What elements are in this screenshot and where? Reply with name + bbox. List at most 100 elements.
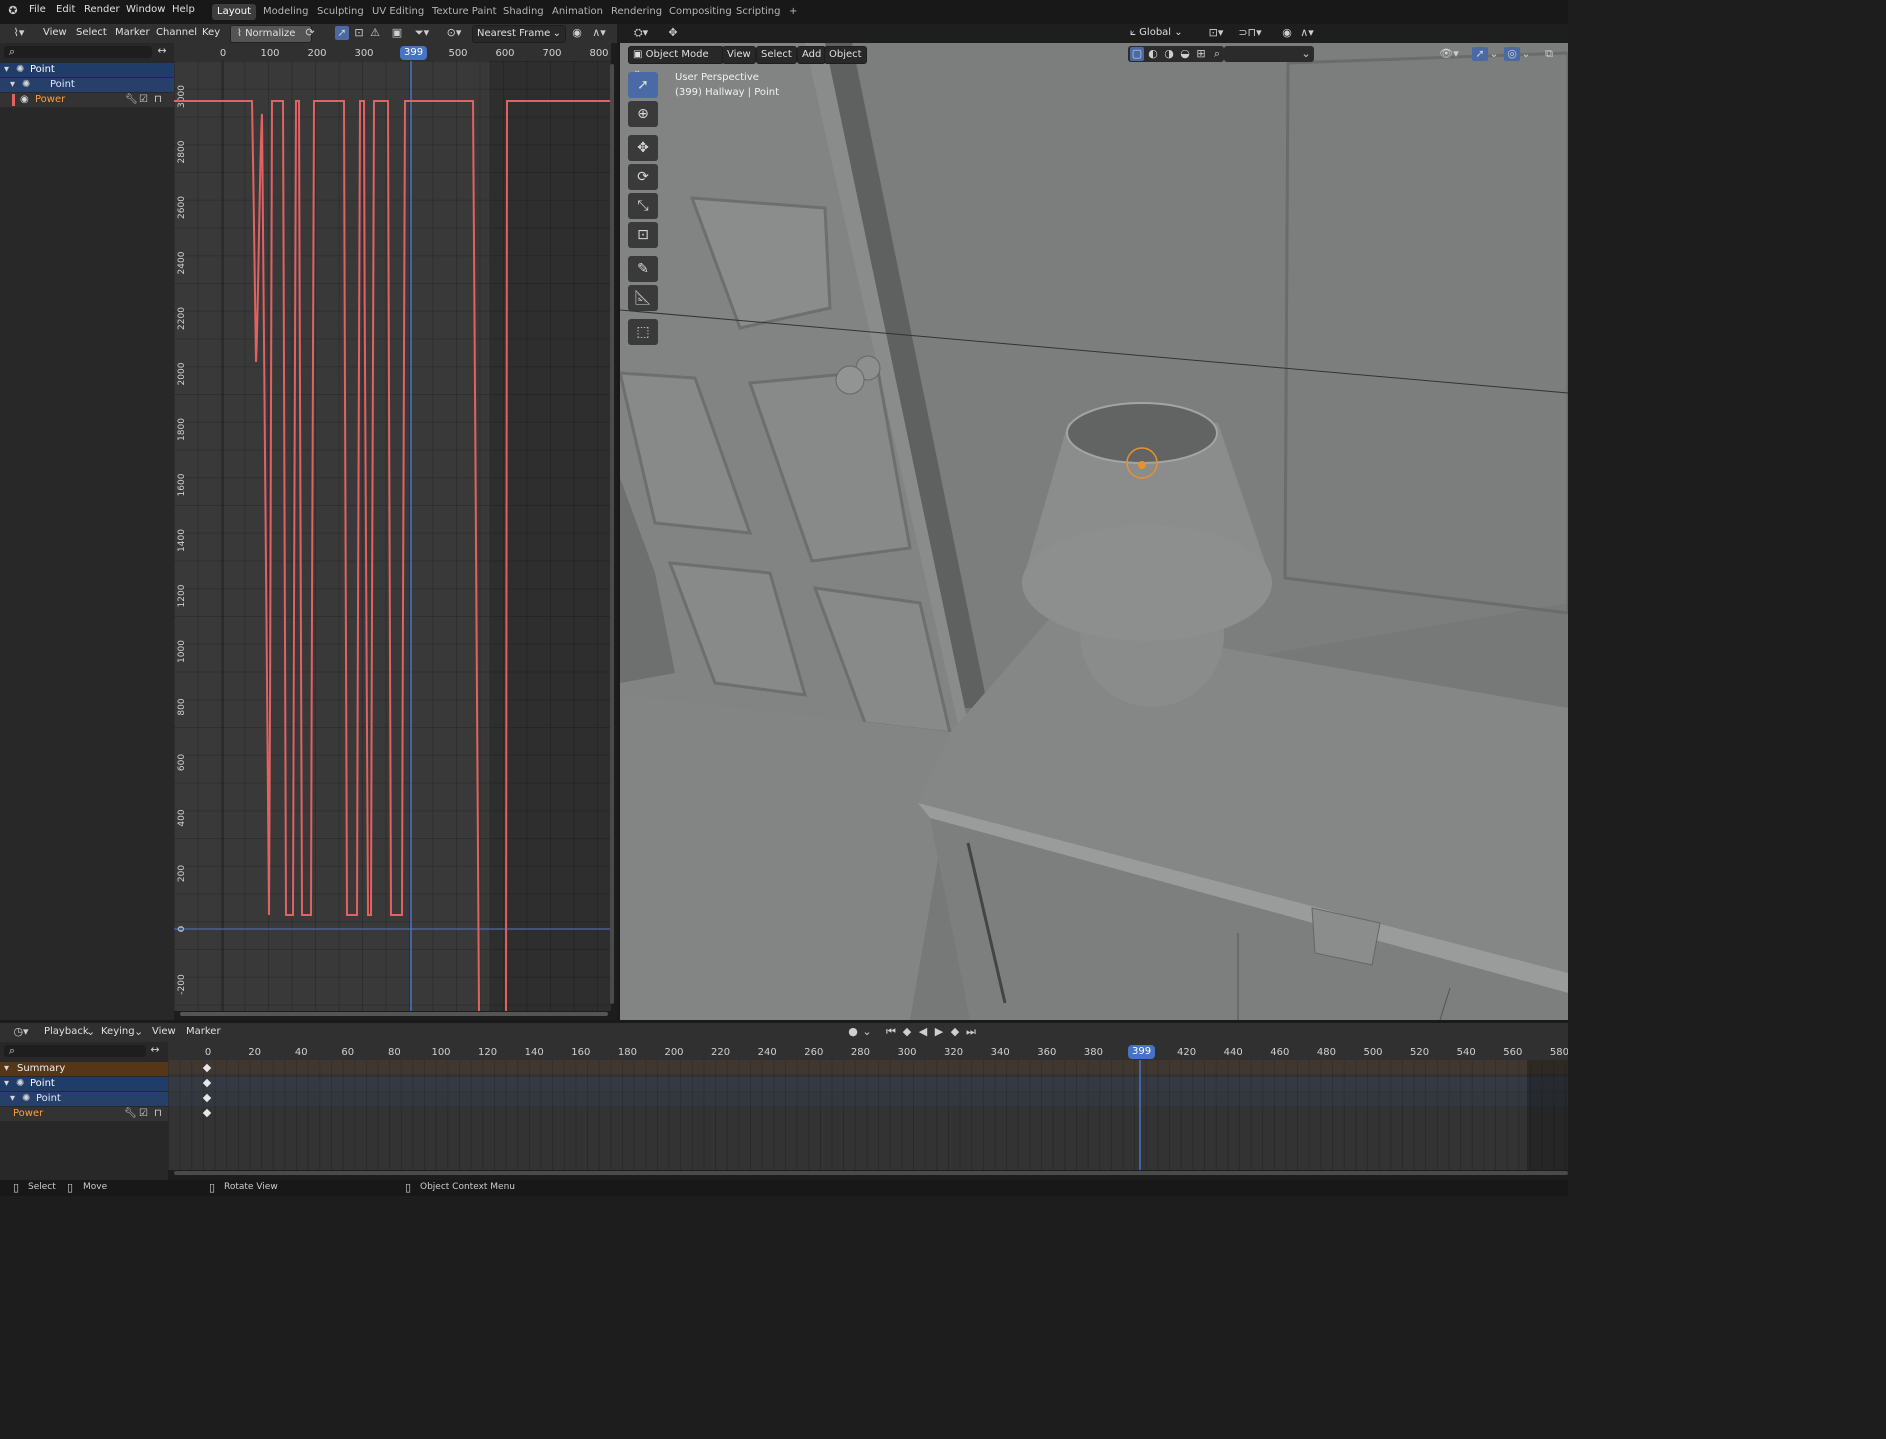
falloff-curve-icon[interactable]: ∧▾ xyxy=(1296,26,1318,40)
mode-icon: ▣ xyxy=(633,49,646,60)
chevron-down-icon: ⌄ xyxy=(134,1025,144,1038)
viewport-menu-object[interactable]: Object xyxy=(824,46,867,64)
overlays-toggle-icon[interactable]: ◎ xyxy=(1504,47,1520,61)
prev-keyframe-icon[interactable]: ◆ xyxy=(900,1025,914,1039)
annotate-tool[interactable]: ✎ xyxy=(628,256,658,282)
graph-y-tick-label: 2800 xyxy=(177,140,187,163)
timeline-row-object[interactable]: ▾ ✺ Point xyxy=(0,1077,168,1091)
play-reverse-icon[interactable]: ◀ xyxy=(916,1025,930,1039)
point-light-origin[interactable] xyxy=(1138,461,1146,469)
timeline-search-input[interactable]: ⌕ xyxy=(4,1044,146,1057)
graph-y-tick-label: 1400 xyxy=(177,529,187,552)
expand-arrows-icon[interactable]: ↔ xyxy=(147,1043,163,1057)
viewport-menu-view[interactable]: View xyxy=(722,46,756,64)
xray-toggle-icon[interactable]: ⧉ xyxy=(1542,47,1556,61)
timeline-editor-type-icon[interactable]: ◷▾ xyxy=(8,1025,34,1039)
viewport-search-input[interactable]: ⌄ xyxy=(1224,46,1314,62)
jump-end-icon[interactable]: ⏭ xyxy=(964,1025,978,1039)
orientation-icon: ⟀ xyxy=(1130,27,1140,38)
viewport-editor-type-icon[interactable]: ⛭▾ xyxy=(628,26,654,40)
select-subtract-icon[interactable]: ◑ xyxy=(1162,47,1176,61)
select-new-icon[interactable]: ▢ xyxy=(1130,47,1144,61)
keying-set-chevron-icon[interactable]: ⌄ xyxy=(862,1025,872,1039)
lamp-shade-bottom xyxy=(1022,525,1272,641)
snap-magnet-icon[interactable]: ⊃⊓▾ xyxy=(1232,26,1268,40)
select-invert-icon[interactable]: ◒ xyxy=(1178,47,1192,61)
transform-orientation-dropdown[interactable]: ⟀ Global ⌄ xyxy=(1130,25,1192,41)
timeline-row-summary[interactable]: ▾ Summary xyxy=(0,1062,168,1076)
graph-vertical-scrollbar[interactable] xyxy=(610,64,614,1004)
timeline-row-power[interactable]: Power 🔧︎ ☑ ⊓ xyxy=(0,1107,168,1121)
scale-tool[interactable]: ⤡ xyxy=(628,193,658,219)
move-tool[interactable]: ✥ xyxy=(628,135,658,161)
next-keyframe-icon[interactable]: ◆ xyxy=(948,1025,962,1039)
modifier-wrench-icon[interactable]: 🔧︎ xyxy=(124,1107,137,1121)
rotate-tool[interactable]: ⟳ xyxy=(628,164,658,190)
select-extend-icon[interactable]: ◐ xyxy=(1146,47,1160,61)
select-box-tool[interactable]: ➚ xyxy=(628,72,658,98)
tab-compositing[interactable]: Compositing xyxy=(664,4,737,20)
object-mode-dropdown[interactable]: ▣ Object Mode ⌄ xyxy=(628,46,724,76)
viewport-search-icon[interactable]: ⌕ xyxy=(1210,47,1224,61)
graph-horizontal-scrollbar[interactable] xyxy=(180,1012,608,1016)
select-intersect-icon[interactable]: ⊞ xyxy=(1194,47,1208,61)
timeline-data-band xyxy=(168,1092,1568,1106)
graph-current-frame-badge[interactable]: 399 xyxy=(400,46,428,60)
graph-y-tick-label: -200 xyxy=(177,974,187,995)
timeline-row-data[interactable]: ▾ ✺ Point xyxy=(0,1092,168,1106)
overlays-dropdown-icon[interactable]: ⌄ xyxy=(1520,47,1532,61)
tab-scripting[interactable]: Scripting xyxy=(731,4,785,20)
graph-x-tick-label: 800 xyxy=(589,48,608,59)
graph-x-tick-label: 500 xyxy=(448,48,467,59)
pivot-point-icon[interactable]: ⊡▾ xyxy=(1205,26,1227,40)
visibility-icon[interactable]: 👁︎▾ xyxy=(1436,47,1462,61)
auto-keying-icon[interactable]: ● xyxy=(846,1025,860,1039)
transform-tool[interactable]: ⊡ xyxy=(628,222,658,248)
light-icon: ✺ xyxy=(16,1078,25,1089)
timeline-end-range xyxy=(1527,1060,1568,1170)
transform-gizmo-icon[interactable]: ✥ xyxy=(666,26,680,40)
graph-x-tick-label: 300 xyxy=(354,48,373,59)
power-fcurve[interactable] xyxy=(174,100,480,1012)
expand-triangle-icon[interactable]: ▾ xyxy=(4,1077,9,1091)
mouse-left-icon: ▯ xyxy=(12,1181,20,1194)
proportional-edit-icon[interactable]: ◉ xyxy=(1280,26,1294,40)
viewport-menu-select[interactable]: Select xyxy=(756,46,797,64)
timeline-menu-marker[interactable]: Marker xyxy=(182,1024,225,1040)
graph-x-tick-label: 700 xyxy=(542,48,561,59)
timeline-menu-keying[interactable]: Keying xyxy=(97,1024,139,1040)
timeline-current-frame-badge[interactable]: 399 xyxy=(1128,1045,1156,1059)
graph-y-tick-label: 1200 xyxy=(177,584,187,607)
timeline-scrollbar[interactable] xyxy=(174,1171,1568,1175)
gizmo-toggle-icon[interactable]: ➚ xyxy=(1472,47,1488,61)
power-fcurve-continuation[interactable] xyxy=(505,100,611,1012)
mouse-middle-icon: ▯ xyxy=(208,1181,216,1194)
jump-start-icon[interactable]: ⏮ xyxy=(884,1025,898,1039)
timeline-canvas[interactable] xyxy=(168,1060,1568,1170)
graph-y-tick-label: 2400 xyxy=(177,251,187,274)
expand-triangle-icon[interactable]: ▾ xyxy=(10,1092,15,1106)
play-icon[interactable]: ▶ xyxy=(932,1025,946,1039)
measure-tool[interactable]: 📐︎ xyxy=(628,285,658,311)
viewport-menu-add[interactable]: Add xyxy=(797,46,827,64)
viewport-tool-header: ⛭▾ ✥ ⟀ Global ⌄ ⊡▾ ⊃⊓▾ ◉ ∧▾ xyxy=(620,24,1568,43)
row-label: Power xyxy=(13,1108,44,1119)
status-context: Object Context Menu xyxy=(420,1182,516,1192)
timeline-menu-view[interactable]: View xyxy=(148,1024,180,1040)
floor xyxy=(620,693,960,1020)
timeline-header: ◷▾ Playback ⌄ Keying ⌄ View Marker ● ⌄ ⏮… xyxy=(0,1023,1568,1042)
mute-checkbox[interactable]: ☑ xyxy=(139,1107,148,1121)
graph-y-tick-label: 1000 xyxy=(177,640,187,663)
expand-triangle-icon[interactable]: ▾ xyxy=(4,1062,9,1076)
row-label: Point xyxy=(30,1078,55,1089)
chevron-down-icon: ⌄ xyxy=(1301,47,1311,60)
lock-icon[interactable]: ⊓ xyxy=(154,1107,162,1121)
gizmo-dropdown-icon[interactable]: ⌄ xyxy=(1488,47,1500,61)
cursor-tool[interactable]: ⊕ xyxy=(628,101,658,127)
add-cube-tool[interactable]: ⬚ xyxy=(628,319,658,345)
timeline-menu-playback[interactable]: Playback xyxy=(40,1024,93,1040)
graph-y-tick-label: 800 xyxy=(177,698,187,715)
add-workspace-button[interactable]: + xyxy=(784,4,802,20)
3d-viewport[interactable]: ▣ Object Mode ⌄ View Select Add Object ▢… xyxy=(620,43,1568,1020)
row-label: Summary xyxy=(17,1063,66,1074)
